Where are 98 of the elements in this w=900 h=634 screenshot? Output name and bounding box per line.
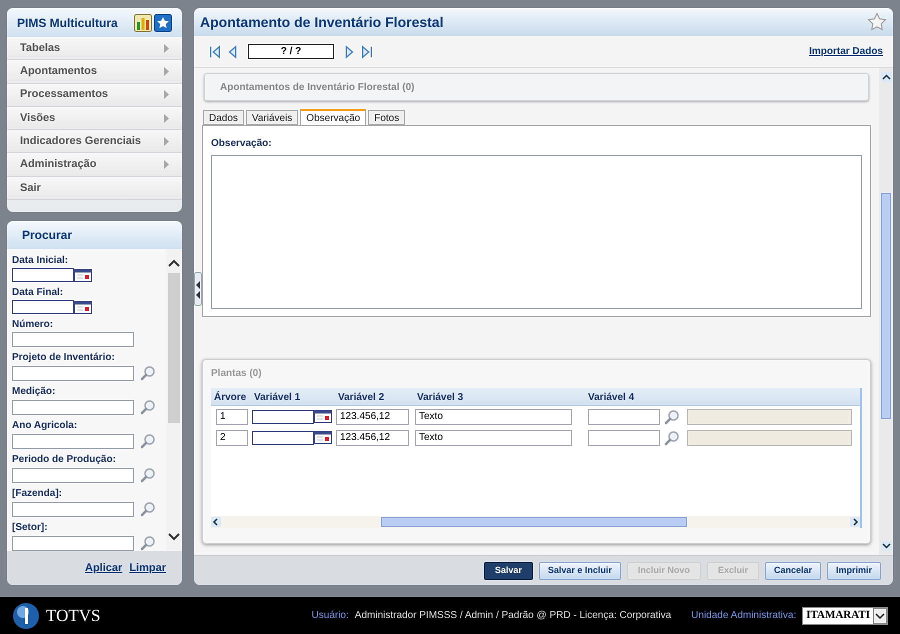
tab[interactable]: Fotos [368, 110, 406, 125]
search-icon[interactable] [140, 501, 156, 518]
scrollbar[interactable] [879, 68, 893, 555]
last-page-icon[interactable] [360, 44, 374, 60]
chevron-right-icon [164, 114, 169, 123]
tree-number-field[interactable]: 1 [216, 408, 248, 424]
input-field[interactable] [12, 366, 134, 381]
field-label: Número: [12, 319, 54, 332]
input-field[interactable] [12, 536, 134, 551]
menu-item[interactable]: Processamentos [7, 84, 182, 107]
import-link[interactable]: Importar Dados [809, 44, 883, 59]
panel-title: Plantas (0) [211, 367, 263, 381]
field-label: Data Inicial: [12, 255, 70, 268]
date-field[interactable] [252, 410, 314, 424]
input-field[interactable] [12, 400, 134, 415]
menu-item[interactable]: Indicadores Gerenciais [7, 130, 182, 154]
search-icon[interactable] [664, 408, 680, 424]
action-button[interactable]: Imprimir [826, 562, 881, 580]
field-label: [Setor]: [12, 522, 49, 534]
record-counter: ? / ? [248, 44, 334, 59]
number-field[interactable]: 123.456,12 [336, 408, 409, 424]
bar-chart-icon[interactable] [134, 14, 152, 32]
menu-item[interactable]: Apontamentos [7, 60, 182, 84]
calendar-icon[interactable] [74, 300, 92, 314]
date-field[interactable] [12, 300, 74, 314]
horizontal-scrollbar[interactable] [211, 516, 860, 528]
unit-label: Unidade Administrativa: [691, 609, 796, 623]
tree-number-field[interactable]: 2 [216, 430, 248, 446]
chevron-down-icon[interactable] [168, 533, 180, 541]
field-label: Data Final: [12, 287, 64, 300]
chevron-right-icon [164, 44, 169, 53]
search-icon[interactable] [140, 535, 156, 551]
calendar-icon[interactable] [314, 410, 332, 423]
menu-title: PIMS Multicultura [17, 14, 118, 32]
column-header: Variável 2 [338, 391, 386, 405]
action-button[interactable]: Salvar [484, 562, 533, 580]
field-label: [Fazenda]: [12, 488, 63, 500]
brand-name: TOTVS [46, 604, 100, 627]
panel-title: Procurar [22, 227, 72, 244]
text-field[interactable]: Texto [415, 408, 572, 424]
input-field[interactable] [12, 434, 134, 449]
column-header: Variável 3 [417, 391, 464, 405]
input-field[interactable] [12, 468, 134, 483]
user-label: Usuário: [312, 609, 349, 623]
search-icon[interactable] [140, 399, 156, 416]
scrollbar[interactable] [166, 249, 182, 551]
field-label: Periodo de Produção: [12, 454, 117, 466]
menu-item[interactable]: Sair [7, 176, 182, 200]
collapse-handle-icon[interactable] [194, 272, 202, 306]
text-field[interactable]: Texto [415, 430, 572, 446]
chevron-down-icon[interactable] [880, 541, 892, 551]
menu-item[interactable]: Administração [7, 153, 182, 177]
tab[interactable]: Dados [203, 110, 244, 125]
first-page-icon[interactable] [208, 44, 222, 60]
chevron-right-icon [164, 90, 169, 100]
action-button[interactable]: Cancelar [764, 562, 821, 580]
window-title: Apontamento de Inventário Florestal [200, 12, 444, 32]
tab[interactable]: Observação [300, 109, 366, 125]
input-field[interactable] [588, 430, 660, 446]
column-header: Variável 1 [254, 391, 302, 405]
column-header: Variável 4 [588, 391, 636, 405]
user-info: Administrador PIMSSS / Admin / Padrão @ PRD - Licença: Corporativa [354, 609, 672, 623]
search-icon[interactable] [140, 433, 156, 450]
input-field[interactable] [12, 332, 134, 348]
date-field[interactable] [252, 430, 314, 444]
search-icon[interactable] [140, 467, 156, 484]
link[interactable]: Limpar [129, 560, 166, 576]
action-button[interactable]: Salvar e Incluir [538, 562, 621, 580]
chevron-right-icon[interactable] [850, 517, 860, 527]
column-header: Árvore [214, 390, 248, 405]
calendar-icon[interactable] [314, 431, 332, 444]
menu-item[interactable]: Tabelas [7, 37, 182, 60]
number-field[interactable]: 123.456,12 [336, 430, 409, 446]
star-icon[interactable] [867, 12, 887, 32]
chevron-right-icon [164, 136, 169, 146]
chevron-down-icon [873, 608, 887, 624]
section-header: Apontamentos de Inventário Florestal (0) [204, 73, 869, 101]
chevron-left-icon[interactable] [211, 517, 221, 527]
field-label: Medição: [12, 386, 56, 398]
globe-logo-icon [12, 602, 40, 630]
search-icon[interactable] [664, 430, 680, 446]
date-field[interactable] [12, 268, 74, 282]
field-label: Ano Agricola: [12, 420, 78, 432]
unit-select[interactable]: ITAMARATI [802, 606, 888, 624]
observation-field[interactable] [211, 155, 862, 309]
field-label: Projeto de Inventário: [12, 352, 116, 364]
menu-item[interactable]: Visões [7, 106, 182, 130]
chevron-up-icon[interactable] [168, 259, 180, 268]
chevron-right-icon [164, 66, 169, 76]
tab[interactable]: Variáveis [246, 110, 298, 125]
calendar-icon[interactable] [74, 268, 92, 282]
input-field[interactable] [12, 502, 134, 517]
chevron-up-icon[interactable] [880, 72, 892, 82]
input-field[interactable] [588, 408, 660, 424]
link[interactable]: Aplicar [85, 560, 122, 576]
search-icon[interactable] [140, 365, 156, 382]
field-label: Observação: [211, 137, 273, 151]
chevron-right-icon [164, 160, 169, 170]
